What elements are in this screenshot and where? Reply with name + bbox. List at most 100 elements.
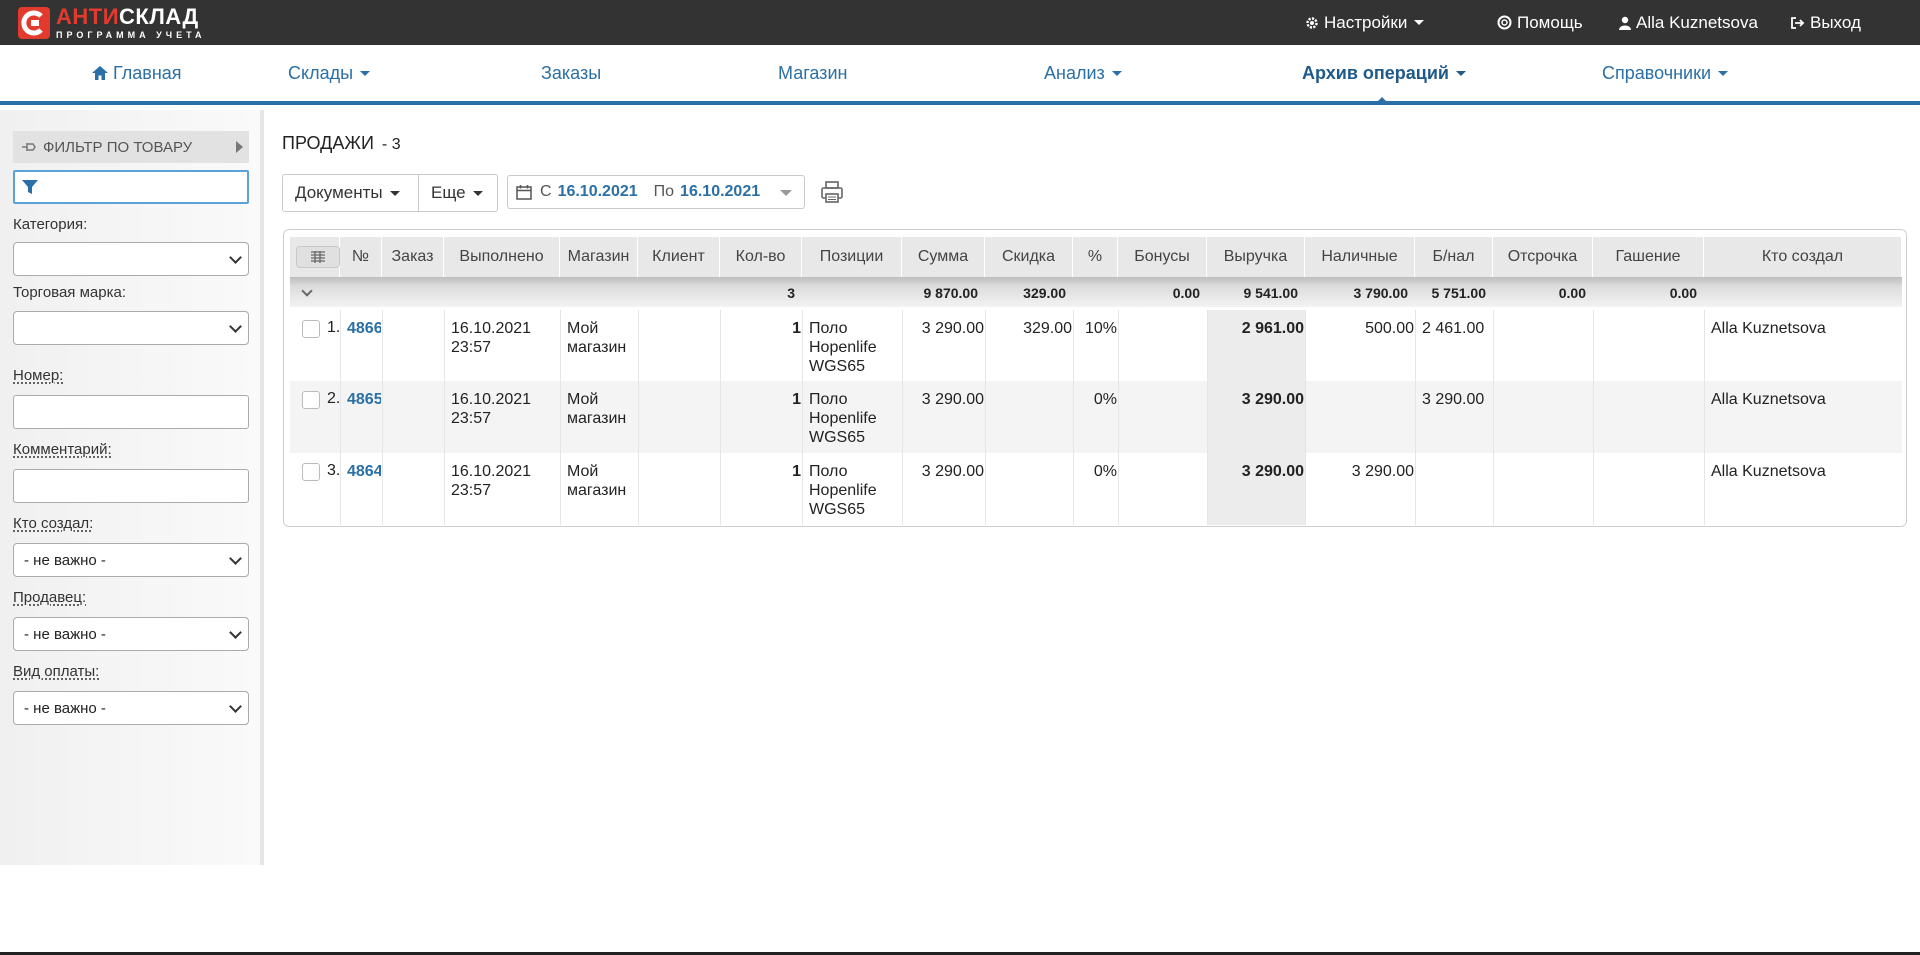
more-button[interactable]: Еще [418,174,498,212]
help-link[interactable]: Помощь [1497,0,1583,45]
date-from-value[interactable]: 16.10.2021 [558,183,638,201]
payment-select[interactable]: - не важно - [13,691,249,725]
comment-label[interactable]: Комментарий: [13,441,112,458]
column-header[interactable]: Выручка [1207,237,1305,277]
comment-input[interactable] [14,470,248,502]
nav-shop[interactable]: Магазин [778,45,847,101]
creator-select[interactable]: - не важно - [13,543,249,577]
user-menu[interactable]: Alla Kuznetsova [1619,0,1758,45]
column-header[interactable]: Кол-во [720,237,802,277]
column-divider [802,310,803,525]
column-header[interactable]: Отсрочка [1493,237,1593,277]
column-selector-button[interactable] [296,246,340,268]
comment-field[interactable] [13,469,249,503]
filter-funnel-icon [22,180,38,194]
column-header[interactable]: Сумма [902,237,985,277]
chevron-down-icon [229,320,242,333]
date-to-value[interactable]: 16.10.2021 [680,183,760,201]
revenue-cell: 3 290.00 [1241,391,1304,408]
total-bonus: 0.00 [1172,285,1200,301]
column-header[interactable]: Бонусы [1118,237,1207,277]
number-label[interactable]: Номер: [13,367,63,384]
pin-icon [22,143,36,151]
nav-analysis-label: Анализ [1044,62,1105,83]
column-header[interactable]: Наличные [1305,237,1415,277]
number-input[interactable] [14,396,248,428]
category-select[interactable] [13,242,249,276]
column-header[interactable]: Клиент [638,237,720,277]
nav-warehouses[interactable]: Склады [288,45,371,101]
nav-shop-label: Магазин [778,62,848,83]
main-nav: Главная Склады Заказы Магазин Анализ Арх… [0,45,1920,105]
column-header[interactable]: Магазин [560,237,638,277]
logo-subtitle: ПРОГРАММА УЧЕТА [56,30,206,40]
nav-home[interactable]: Главная [92,45,182,101]
doc-number-link[interactable]: 4865 [347,390,381,409]
creator-label[interactable]: Кто создал: [13,515,93,532]
brand-label: Торговая марка: [13,284,126,301]
doc-number-link[interactable]: 4864 [347,462,381,481]
product-filter-toggle[interactable]: ФИЛЬТР ПО ТОВАРУ [13,131,249,163]
noncash-cell: 2 461.00 [1422,320,1485,337]
nav-orders[interactable]: Заказы [541,45,601,101]
product-filter-field[interactable] [13,170,249,204]
percent-cell: 0% [1093,391,1117,408]
documents-button[interactable]: Документы [282,174,419,212]
number-field[interactable] [13,395,249,429]
column-header[interactable]: Заказ [382,237,444,277]
product-filter-input[interactable] [15,172,247,202]
nav-analysis[interactable]: Анализ [1044,45,1122,101]
row-checkbox[interactable] [302,463,320,481]
column-header[interactable]: Выполнено [444,237,560,277]
column-divider [720,310,721,525]
print-icon[interactable] [820,180,844,204]
column-divider [638,310,639,525]
column-divider [902,310,903,525]
nav-archive[interactable]: Архив операций [1302,45,1466,101]
doc-number-link[interactable]: 4866 [347,319,381,338]
seller-label[interactable]: Продавец: [13,589,86,606]
column-header[interactable]: Позиции [802,237,902,277]
column-header[interactable]: Гашение [1593,237,1704,277]
shop-cell: Мой магазин [567,320,627,356]
row-checkbox[interactable] [302,391,320,409]
positions-cell: Поло Hopenlife WGS65 [809,391,877,446]
sales-table: № Заказ Выполнено Магазин Клиент Кол-во Позици… [283,229,1907,527]
creator-cell: Alla Kuznetsova [1711,320,1826,337]
row-checkbox[interactable] [302,320,320,338]
sum-cell: 3 290.00 [921,463,984,480]
column-header[interactable]: № [340,237,382,277]
help-label: Помощь [1517,12,1583,32]
nav-references[interactable]: Справочники [1602,45,1729,101]
grid-icon [311,251,325,263]
column-header[interactable]: Скидка [985,237,1073,277]
column-divider [1415,310,1416,525]
seller-select[interactable]: - не важно - [13,617,249,651]
column-header[interactable]: Кто создал [1704,237,1902,277]
chevron-down-icon[interactable] [780,190,792,196]
logout-link[interactable]: Выход [1790,0,1861,45]
total-deferral: 0.00 [1558,285,1586,301]
logo-main-b: СКЛАД [119,4,199,29]
discount-cell: 329.00 [1023,320,1072,337]
column-divider [560,310,561,525]
nav-references-label: Справочники [1602,62,1712,83]
total-cash: 3 790.00 [1353,285,1409,301]
date-range-picker[interactable]: С 16.10.2021 По 16.10.2021 [507,175,805,209]
settings-menu[interactable]: Настройки [1305,0,1425,45]
settings-label: Настройки [1324,12,1408,32]
total-qty: 3 [787,285,795,301]
chevron-down-icon [1455,70,1466,76]
cash-cell: 3 290.00 [1351,463,1414,480]
brand-select[interactable] [13,311,249,345]
column-header[interactable]: Б/нал [1415,237,1493,277]
date-to-label: По [653,183,675,200]
revenue-cell: 3 290.00 [1241,463,1304,480]
app-logo[interactable]: АНТИСКЛАД ПРОГРАММА УЧЕТА [18,6,206,40]
chevron-down-icon [229,251,242,264]
chevron-down-icon [229,552,242,565]
user-icon [1619,16,1631,30]
payment-label[interactable]: Вид оплаты: [13,663,99,680]
column-header[interactable]: % [1073,237,1118,277]
noncash-cell: 3 290.00 [1422,391,1485,408]
